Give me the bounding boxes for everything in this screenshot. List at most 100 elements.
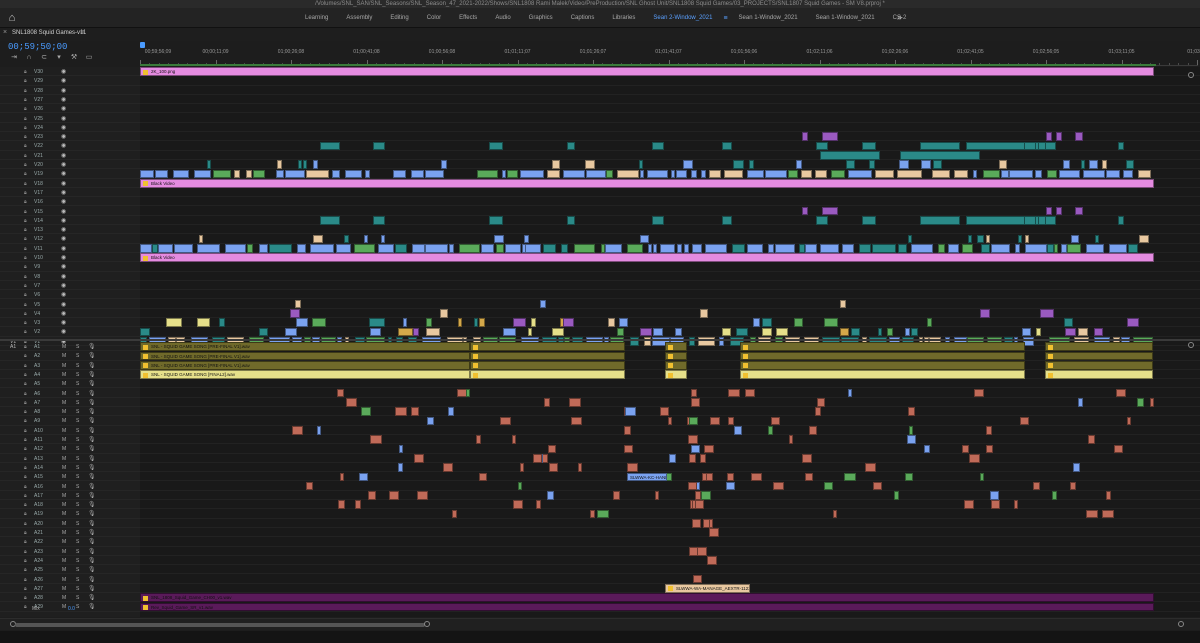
timeline-clip[interactable] (691, 169, 698, 179)
timeline-clip[interactable] (969, 453, 980, 463)
timeline-clip[interactable] (862, 141, 876, 151)
video-lane[interactable] (140, 207, 1200, 216)
timeline-clip[interactable] (506, 169, 519, 179)
mute-button[interactable]: M (62, 400, 66, 406)
lock-icon[interactable]: 🔒︎ (24, 344, 27, 350)
timeline-clip[interactable] (640, 234, 650, 244)
timeline-clip[interactable] (536, 500, 541, 510)
timeline-clip[interactable] (297, 160, 302, 169)
timeline-clip[interactable] (476, 169, 499, 179)
timeline-clip[interactable] (822, 206, 838, 216)
timeline-clip[interactable] (800, 169, 812, 179)
timeline-clip[interactable] (910, 327, 918, 337)
timeline-clip[interactable] (197, 318, 211, 328)
timeline-clip[interactable] (897, 244, 908, 253)
tab-captions[interactable]: Captions (562, 8, 604, 28)
solo-button[interactable]: S (76, 502, 79, 508)
timeline-clip[interactable] (502, 327, 516, 337)
timeline-clip[interactable] (1137, 169, 1151, 179)
timeline-clip[interactable] (847, 169, 873, 179)
timeline-clip[interactable] (740, 342, 1025, 351)
eye-icon[interactable]: ◉ (61, 310, 66, 317)
eye-icon[interactable]: ◉ (61, 226, 66, 233)
audio-lane[interactable] (140, 407, 1200, 417)
timeline-clip[interactable] (1115, 388, 1126, 398)
timeline-clip[interactable] (667, 416, 673, 426)
lock-icon[interactable]: 🔒︎ (24, 246, 27, 252)
eye-icon[interactable]: ◉ (61, 87, 66, 94)
timeline-clip[interactable] (512, 500, 524, 510)
timeline-clip[interactable] (675, 327, 682, 337)
timeline-clip[interactable] (337, 500, 346, 510)
timeline-clip[interactable] (155, 169, 168, 179)
lock-icon[interactable]: 🔒︎ (24, 134, 27, 140)
timeline-clip[interactable] (561, 244, 568, 253)
timeline-clip[interactable] (1024, 244, 1047, 253)
timeline-clip[interactable] (524, 234, 530, 244)
timeline-clip[interactable] (212, 169, 231, 179)
timeline-clip[interactable] (269, 244, 293, 253)
timeline-clip[interactable]: 2K_100.png (140, 67, 1154, 76)
timeline-clip[interactable] (831, 169, 846, 179)
lock-icon[interactable]: 🔒︎ (24, 418, 27, 424)
timeline-clip[interactable] (694, 491, 702, 500)
lock-icon[interactable]: 🔒︎ (24, 567, 27, 573)
timeline-clip[interactable] (1087, 435, 1096, 444)
insert-nest-icon[interactable]: ⇥ (10, 54, 18, 62)
mute-button[interactable]: M (62, 539, 66, 545)
timeline-clip[interactable] (972, 169, 977, 179)
timeline-clip[interactable] (691, 388, 697, 398)
timeline-clip[interactable] (980, 309, 990, 318)
eye-icon[interactable]: ◉ (61, 133, 66, 140)
mute-button[interactable]: M (62, 418, 66, 424)
lock-icon[interactable]: 🔒︎ (24, 372, 27, 378)
timeline-clip[interactable] (722, 216, 732, 225)
timeline-clip[interactable] (740, 351, 1025, 361)
timeline-clip[interactable] (395, 407, 407, 417)
timeline-clip[interactable] (569, 398, 581, 407)
timeline-clip[interactable] (731, 244, 745, 253)
video-lane[interactable] (140, 151, 1200, 160)
timeline-clip[interactable] (683, 244, 690, 253)
timeline-clip[interactable] (1077, 398, 1084, 407)
timeline-clip[interactable] (1054, 244, 1059, 253)
timeline-clip[interactable] (858, 244, 872, 253)
timeline-clip[interactable] (691, 244, 702, 253)
timeline-clip[interactable] (312, 234, 323, 244)
timeline-clip[interactable] (478, 472, 487, 482)
timeline-clip[interactable] (458, 318, 463, 328)
timeline-clip[interactable] (873, 481, 882, 491)
solo-button[interactable]: S (76, 381, 79, 387)
mic-icon[interactable]: 🎙︎ (88, 427, 96, 434)
timeline-clip[interactable] (906, 435, 917, 444)
mic-icon[interactable]: 🎙︎ (88, 362, 96, 369)
video-lane[interactable] (140, 327, 1200, 337)
timeline-clip[interactable] (1118, 141, 1124, 151)
solo-button[interactable]: S (76, 437, 79, 443)
solo-button[interactable]: S (76, 363, 79, 369)
eye-icon[interactable]: ◉ (61, 96, 66, 103)
timeline-clip[interactable] (824, 481, 834, 491)
eye-icon[interactable]: ◉ (61, 273, 66, 280)
video-lane[interactable] (140, 76, 1200, 86)
timeline-clip[interactable] (705, 472, 713, 482)
mute-button[interactable]: M (62, 363, 66, 369)
timeline-clip[interactable] (425, 244, 449, 253)
solo-button[interactable]: S (76, 400, 79, 406)
timeline-clip[interactable] (1082, 169, 1106, 179)
eye-icon[interactable]: ◉ (61, 115, 66, 122)
solo-button[interactable]: S (76, 409, 79, 415)
timeline-clip[interactable] (412, 244, 425, 253)
timeline-clip[interactable] (1063, 160, 1070, 169)
mute-button[interactable]: M (62, 344, 66, 350)
timeline-clip[interactable] (864, 463, 877, 472)
timeline-clip[interactable] (547, 444, 556, 454)
timeline-clip[interactable] (938, 244, 945, 253)
lock-icon[interactable]: 🔒︎ (24, 106, 27, 112)
timeline-clip[interactable] (353, 244, 375, 253)
timeline-clip[interactable] (140, 327, 150, 337)
timeline-clip[interactable] (932, 160, 942, 169)
timeline-clip[interactable] (977, 234, 985, 244)
audio-lane[interactable] (140, 389, 1200, 398)
eye-icon[interactable]: ◉ (61, 152, 66, 159)
